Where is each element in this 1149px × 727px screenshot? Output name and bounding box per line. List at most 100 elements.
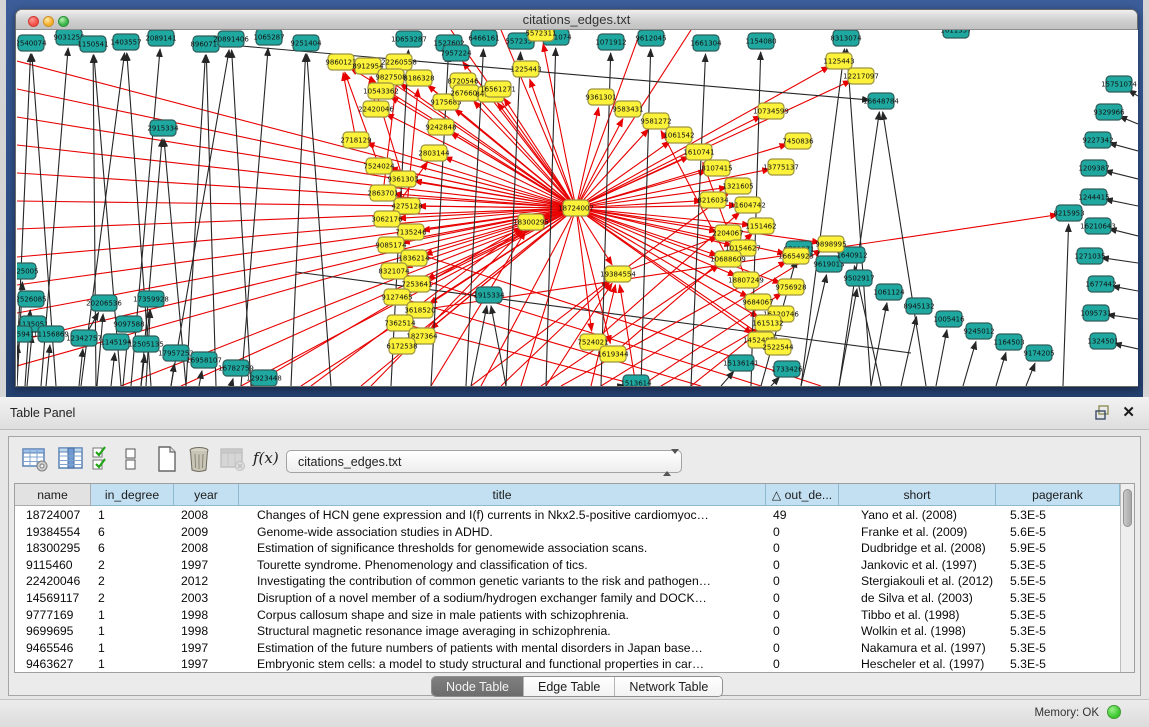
table-row[interactable]: 946362711997Embryonic stem cells: a mode… xyxy=(15,656,1121,673)
cell-name[interactable]: 9463627 xyxy=(15,656,91,673)
delete-table-icon[interactable] xyxy=(185,445,213,473)
graph-node[interactable]: 2204067 xyxy=(712,225,743,241)
graph-edge-black[interactable] xyxy=(241,48,268,386)
cell-in_degree[interactable]: 1 xyxy=(91,656,174,673)
cell-out_degree[interactable]: 0 xyxy=(766,540,839,557)
close-panel-icon[interactable]: ✕ xyxy=(1122,403,1135,421)
cell-pagerank[interactable]: 5.3E-5 xyxy=(996,590,1121,607)
cell-out_degree[interactable]: 49 xyxy=(766,507,839,524)
graph-node[interactable]: 2863701 xyxy=(367,185,398,201)
column-header-in-degree[interactable]: in_degree xyxy=(91,484,174,506)
table-row[interactable]: 2242004622012Investigating the contribut… xyxy=(15,573,1121,590)
graph-edge-black[interactable] xyxy=(1026,363,1035,386)
cell-in_degree[interactable]: 2 xyxy=(91,590,174,607)
graph-edge-red[interactable] xyxy=(17,145,576,208)
cell-out_degree[interactable]: 0 xyxy=(766,557,839,574)
graph-node[interactable]: 9756928 xyxy=(775,279,806,295)
graph-edge-black[interactable] xyxy=(206,55,216,386)
graph-node[interactable]: 12342757 xyxy=(66,330,102,346)
graph-node[interactable]: 8945132 xyxy=(903,298,934,314)
cell-year[interactable]: 1997 xyxy=(174,656,239,673)
float-panel-icon[interactable] xyxy=(1095,405,1111,420)
graph-node[interactable]: 2803144 xyxy=(418,145,450,161)
graph-node[interactable]: 3062176 xyxy=(371,211,403,227)
graph-edge-black[interactable] xyxy=(901,317,917,386)
cell-title[interactable]: Estimation of significance thresholds fo… xyxy=(239,540,766,557)
graph-node[interactable]: 10653287 xyxy=(391,31,427,47)
graph-node[interactable]: 15136141 xyxy=(723,355,759,371)
cell-in_degree[interactable]: 1 xyxy=(91,623,174,640)
cell-name[interactable]: 9115460 xyxy=(15,557,91,574)
graph-edge-black[interactable] xyxy=(199,371,202,386)
table-row[interactable]: 1830029562008Estimation of significance … xyxy=(15,540,1121,557)
graph-node[interactable]: 1151462 xyxy=(745,218,776,234)
cell-year[interactable]: 1998 xyxy=(174,607,239,624)
graph-node[interactable]: 16648784 xyxy=(863,93,899,109)
graph-node[interactable]: 20891406 xyxy=(213,31,249,47)
cell-title[interactable]: Embryonic stem cells: a model to study s… xyxy=(239,656,766,673)
graph-node[interactable]: 18807249 xyxy=(728,272,764,288)
graph-node[interactable]: 9097588 xyxy=(113,316,144,332)
graph-edge-black[interactable] xyxy=(1105,199,1138,206)
graph-node[interactable]: 8313074 xyxy=(830,30,862,46)
graph-node[interactable]: 2089141 xyxy=(145,30,176,46)
graph-node[interactable]: 6172538 xyxy=(386,338,417,354)
cell-name[interactable]: 9777169 xyxy=(15,607,91,624)
graph-node[interactable]: 1513614 xyxy=(620,375,652,386)
new-table-icon[interactable] xyxy=(153,445,181,473)
graph-node[interactable]: 6466161 xyxy=(468,30,499,46)
column-header-out-degree[interactable]: △ out_de... xyxy=(766,484,839,506)
graph-node[interactable]: 1209387 xyxy=(1078,160,1109,176)
cell-in_degree[interactable]: 6 xyxy=(91,524,174,541)
graph-node[interactable]: 9242848 xyxy=(425,119,456,135)
graph-node[interactable]: 16958107 xyxy=(186,352,222,368)
graph-edge-black[interactable] xyxy=(171,364,174,386)
cell-name[interactable]: 18724007 xyxy=(15,507,91,524)
cell-title[interactable]: Corpus callosum shape and size in male p… xyxy=(239,607,766,624)
column-header-pagerank[interactable]: pagerank xyxy=(996,484,1120,506)
cell-out_degree[interactable]: 0 xyxy=(766,640,839,657)
cell-pagerank[interactable]: 5.5E-5 xyxy=(996,573,1121,590)
cell-short[interactable]: Tibbo et al. (1998) xyxy=(839,607,996,624)
graph-node[interactable]: 9245012 xyxy=(963,323,994,339)
scrollbar-thumb[interactable] xyxy=(1123,489,1132,527)
cell-out_degree[interactable]: 0 xyxy=(766,623,839,640)
cell-year[interactable]: 2012 xyxy=(174,573,239,590)
graph-node[interactable]: 20206536 xyxy=(86,295,122,311)
graph-node[interactable]: 10688609 xyxy=(710,251,746,267)
graph-edge-black[interactable] xyxy=(936,330,947,386)
graph-node[interactable]: 1661304 xyxy=(690,35,722,51)
cell-year[interactable]: 1998 xyxy=(174,623,239,640)
graph-node[interactable]: 9227342 xyxy=(1082,132,1113,148)
cell-short[interactable]: Yano et al. (2008) xyxy=(839,507,996,524)
graph-node[interactable]: 16210643 xyxy=(1080,218,1116,234)
cell-pagerank[interactable]: 5.9E-5 xyxy=(996,540,1121,557)
cell-short[interactable]: Jankovic et al. (1997) xyxy=(839,557,996,574)
graph-node[interactable]: 8186328 xyxy=(403,70,434,86)
cell-title[interactable]: Disruption of a novel member of a sodium… xyxy=(239,590,766,607)
graph-node[interactable]: 1915334 xyxy=(473,287,505,303)
graph-node[interactable]: 1615132 xyxy=(752,315,783,331)
graph-node[interactable]: 17359928 xyxy=(133,291,169,307)
cell-title[interactable]: Estimation of the future numbers of pati… xyxy=(239,640,766,657)
cell-name[interactable]: 14569117 xyxy=(15,590,91,607)
cell-short[interactable]: Wolkin et al. (1998) xyxy=(839,623,996,640)
cell-title[interactable]: Tourette syndrome. Phenomenology and cla… xyxy=(239,557,766,574)
graph-node[interactable]: 2325005 xyxy=(17,263,39,279)
graph-node[interactable]: 1061124 xyxy=(873,284,905,300)
tab-network-table[interactable]: Network Table xyxy=(615,677,722,697)
graph-node[interactable]: 1403557 xyxy=(110,34,141,50)
graph-edge-red[interactable] xyxy=(576,171,706,208)
graph-edge-black[interactable] xyxy=(491,306,506,386)
cell-out_degree[interactable]: 0 xyxy=(766,573,839,590)
cell-pagerank[interactable]: 5.3E-5 xyxy=(996,640,1121,657)
function-builder-icon[interactable]: f(x) xyxy=(253,445,283,473)
graph-edge-black[interactable] xyxy=(291,54,306,386)
cell-pagerank[interactable]: 5.3E-5 xyxy=(996,607,1121,624)
cell-year[interactable]: 1997 xyxy=(174,557,239,574)
graph-node[interactable]: 15751074 xyxy=(1101,76,1137,92)
graph-node[interactable]: 22420046 xyxy=(358,101,394,117)
cell-name[interactable]: 22420046 xyxy=(15,573,91,590)
graph-node[interactable]: 1271035 xyxy=(1074,248,1105,264)
graph-node[interactable]: 1065287 xyxy=(253,30,284,45)
